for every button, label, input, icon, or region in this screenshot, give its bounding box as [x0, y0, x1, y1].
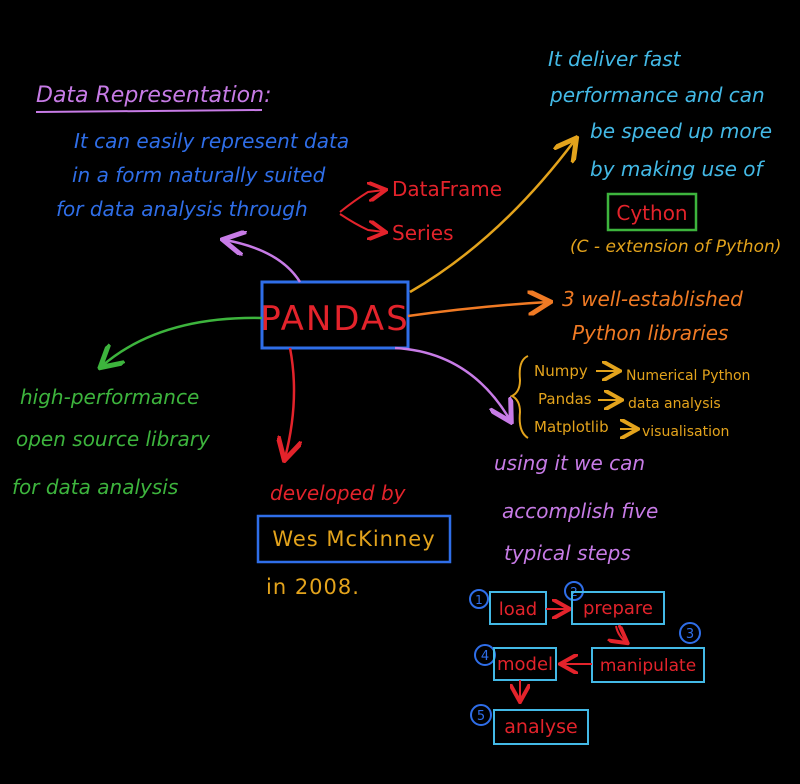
- step-model-label: model: [497, 654, 553, 675]
- steps-intro-line-1: using it we can: [494, 451, 645, 475]
- libraries-line-1: 3 well-established: [562, 287, 743, 311]
- libraries-brace: [509, 355, 529, 439]
- developer-year: in 2008.: [266, 575, 360, 599]
- pandas-label: PANDAS: [260, 299, 409, 339]
- developer-name: Wes McKinney: [272, 527, 435, 551]
- perf-line-4: by making use of: [590, 157, 765, 181]
- step-prepare-label: prepare: [583, 598, 653, 619]
- open-source-line-2: open source library: [16, 427, 211, 451]
- heading-underline: [35, 109, 263, 113]
- branch-to-series: [339, 213, 384, 232]
- lib-name-pandas: Pandas: [538, 390, 592, 408]
- arrow-to-performance: [409, 140, 575, 294]
- arrow-to-data-representation: [225, 240, 302, 283]
- step-3-number: 3: [686, 627, 694, 642]
- step-1-number: 1: [475, 593, 483, 607]
- pandas-mind-map: Data Representation: It can easily repre…: [12, 47, 781, 745]
- arrow-to-developer: [285, 347, 294, 458]
- series-label: Series: [392, 221, 454, 245]
- lib-desc-matplotlib: visualisation: [642, 424, 729, 440]
- developer-line-1: developed by: [270, 481, 407, 505]
- arrow-to-libraries: [407, 302, 548, 318]
- perf-line-1: It deliver fast: [548, 47, 682, 71]
- cython-note: (C - extension of Python): [570, 237, 781, 257]
- data-representation-heading: Data Representation:: [36, 83, 272, 108]
- arrow-to-open-source: [102, 316, 263, 366]
- step-4-number: 4: [481, 649, 489, 664]
- cython-label: Cython: [616, 201, 687, 225]
- branch-to-dataframe: [339, 190, 384, 213]
- step-5-number: 5: [477, 709, 485, 724]
- steps-intro-line-2: accomplish five: [502, 499, 658, 523]
- data-rep-line-1: It can easily represent data: [74, 129, 349, 153]
- steps-intro-line-3: typical steps: [504, 541, 631, 565]
- perf-line-2: performance and can: [549, 83, 765, 107]
- dataframe-label: DataFrame: [392, 177, 502, 201]
- open-source-line-3: for data analysis: [12, 475, 178, 499]
- step-load-label: load: [499, 599, 537, 620]
- step-manipulate-label: manipulate: [600, 656, 696, 676]
- libraries-line-2: Python libraries: [572, 321, 728, 345]
- arrow-to-steps: [394, 346, 510, 420]
- data-rep-line-3: for data analysis through: [56, 197, 308, 221]
- lib-name-matplotlib: Matplotlib: [534, 418, 609, 436]
- lib-name-numpy: Numpy: [534, 362, 588, 380]
- perf-line-3: be speed up more: [590, 119, 772, 143]
- lib-desc-numpy: Numerical Python: [626, 368, 750, 384]
- step-analyse-label: analyse: [504, 716, 577, 738]
- lib-desc-pandas: data analysis: [628, 396, 721, 412]
- open-source-line-1: high-performance: [20, 385, 199, 409]
- data-rep-line-2: in a form naturally suited: [72, 163, 326, 187]
- arrow-prepare-to-manipulate: [616, 626, 626, 642]
